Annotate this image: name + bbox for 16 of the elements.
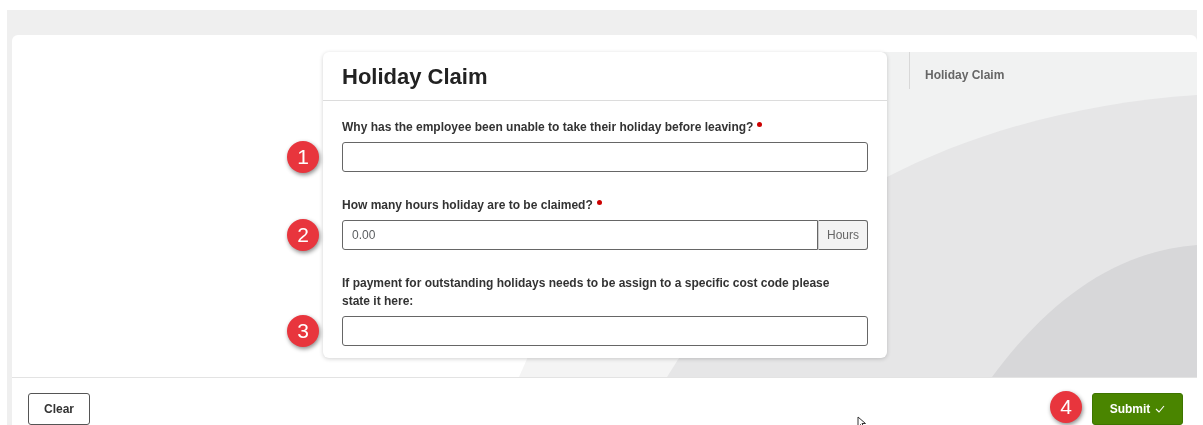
clear-button[interactable]: Clear [28,393,91,425]
callout-marker: 1 [287,141,319,173]
submit-button[interactable]: Submit [1092,393,1183,425]
checkmark-icon [1155,405,1166,413]
callout-marker: 2 [287,219,319,251]
input-field[interactable] [342,316,868,346]
field-label: How many hours holiday are to be claimed? [342,198,593,212]
input-field[interactable]: 0.00 [342,220,818,250]
input-field[interactable] [342,142,868,172]
field-label: Why has the employee been unable to take their holiday before leaving? [342,120,754,134]
form-title: Holiday Claim [342,64,488,91]
sidebar-item[interactable]: Holiday Claim [925,68,1005,82]
unit-label: Hours [818,220,868,250]
field-label: If payment for outstanding holidays needs to be assign to a specific cost code please state it here: [342,276,830,308]
callout-marker: 4 [1050,391,1082,423]
callout-marker: 3 [287,315,319,347]
